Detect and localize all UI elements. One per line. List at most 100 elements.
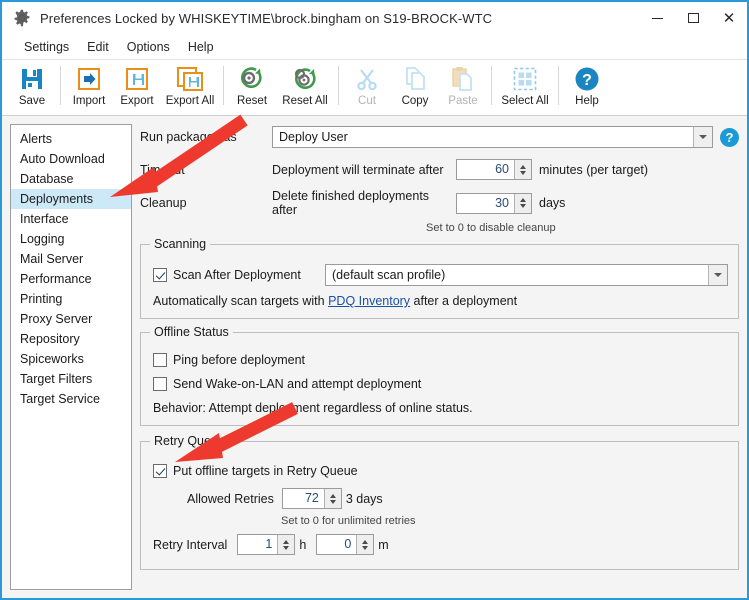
allowed-retries-stepper-buttons[interactable] xyxy=(323,489,341,508)
cleanup-days-value[interactable]: 30 xyxy=(457,194,514,213)
chevron-down-icon[interactable] xyxy=(693,127,712,147)
timeout-minutes-stepper[interactable]: 60 xyxy=(456,159,532,180)
menu-edit[interactable]: Edit xyxy=(78,37,118,57)
retry-minutes-stepper-buttons[interactable] xyxy=(356,535,374,554)
allowed-retries-value[interactable]: 72 xyxy=(283,489,324,508)
retry-interval-hours-unit: h xyxy=(299,537,307,552)
scanning-note-before: Automatically scan targets with xyxy=(153,294,329,308)
timeout-unit: minutes (per target) xyxy=(539,162,649,177)
scanning-group: Scanning Scan After Deployment (default … xyxy=(140,237,739,319)
allowed-retries-stepper[interactable]: 72 xyxy=(281,488,342,509)
retry-hours-stepper-buttons[interactable] xyxy=(277,535,295,554)
toolbar-select-all-button[interactable]: Select All xyxy=(496,60,554,115)
scan-profile-select[interactable]: (default scan profile) xyxy=(325,264,728,286)
paste-icon xyxy=(448,64,478,94)
toolbar-help-button[interactable]: ? Help xyxy=(563,60,611,115)
run-packages-as-row: Run packages as Deploy User ? xyxy=(140,126,739,148)
run-packages-as-select[interactable]: Deploy User xyxy=(272,126,713,148)
timeout-description: Deployment will terminate after xyxy=(272,162,444,177)
scan-after-deployment-checkbox[interactable] xyxy=(153,268,167,282)
sidebar-item-target-filters[interactable]: Target Filters xyxy=(11,369,131,389)
sidebar-item-repository[interactable]: Repository xyxy=(11,329,131,349)
toolbar-copy-label: Copy xyxy=(401,95,429,107)
scanning-note: Automatically scan targets with PDQ Inve… xyxy=(153,294,728,308)
sidebar-item-auto-download[interactable]: Auto Download xyxy=(11,149,131,169)
pdq-inventory-link[interactable]: PDQ Inventory xyxy=(328,294,410,308)
timeout-row: Timeout Deployment will terminate after … xyxy=(140,159,739,180)
toolbar-export-all-button[interactable]: Export All xyxy=(161,60,219,115)
timeout-minutes-value[interactable]: 60 xyxy=(457,160,514,179)
toolbar-reset-all-button[interactable]: Reset All xyxy=(276,60,334,115)
cleanup-description: Delete finished deployments after xyxy=(272,189,430,217)
run-packages-as-label: Run packages as xyxy=(140,130,237,144)
retry-interval-hours-stepper[interactable]: 1 xyxy=(237,534,296,555)
toolbar-separator xyxy=(558,66,559,105)
retry-interval-hours-value[interactable]: 1 xyxy=(238,535,277,554)
toolbar-reset-all-label: Reset All xyxy=(282,95,328,107)
copy-icon xyxy=(400,64,430,94)
menu-options[interactable]: Options xyxy=(118,37,179,57)
toolbar-save-label: Save xyxy=(18,95,46,107)
toolbar-export-all-label: Export All xyxy=(165,95,215,107)
preferences-window: Preferences Locked by WHISKEYTIME\brock.… xyxy=(0,0,749,600)
toolbar-reset-label: Reset xyxy=(236,95,268,107)
retry-queue-enable-row: Put offline targets in Retry Queue xyxy=(153,464,728,478)
sidebar-item-printing[interactable]: Printing xyxy=(11,289,131,309)
toolbar-paste-button[interactable]: Paste xyxy=(439,60,487,115)
retry-queue-group-title: Retry Queue xyxy=(150,434,229,448)
toolbar-reset-button[interactable]: Reset xyxy=(228,60,276,115)
sidebar-item-proxy-server[interactable]: Proxy Server xyxy=(11,309,131,329)
retry-interval-minutes-stepper[interactable]: 0 xyxy=(316,534,375,555)
maximize-button[interactable] xyxy=(675,2,711,34)
toolbar-cut-button[interactable]: Cut xyxy=(343,60,391,115)
ping-before-deployment-checkbox[interactable] xyxy=(153,353,167,367)
menu-settings[interactable]: Settings xyxy=(15,37,78,57)
sidebar-item-performance[interactable]: Performance xyxy=(11,269,131,289)
minimize-button[interactable] xyxy=(639,2,675,34)
menu-bar: Settings Edit Options Help xyxy=(2,34,747,60)
help-icon: ? xyxy=(572,64,602,94)
wake-on-lan-checkbox[interactable] xyxy=(153,377,167,391)
export-icon xyxy=(122,64,152,94)
unlimited-retries-hint: Set to 0 for unlimited retries xyxy=(281,515,416,527)
toolbar-import-button[interactable]: Import xyxy=(65,60,113,115)
toolbar-copy-button[interactable]: Copy xyxy=(391,60,439,115)
sidebar-item-alerts[interactable]: Alerts xyxy=(11,129,131,149)
sidebar-item-interface[interactable]: Interface xyxy=(11,209,131,229)
run-packages-as-value: Deploy User xyxy=(279,130,348,144)
sidebar-item-spiceworks[interactable]: Spiceworks xyxy=(11,349,131,369)
save-icon xyxy=(17,64,47,94)
toolbar-save-button[interactable]: Save xyxy=(8,60,56,115)
run-packages-as-help-icon[interactable]: ? xyxy=(720,127,739,147)
offline-behavior-text: Behavior: Attempt deployment regardless … xyxy=(153,401,473,415)
cleanup-stepper-buttons[interactable] xyxy=(514,193,531,213)
cleanup-days-stepper[interactable]: 30 xyxy=(456,192,532,214)
toolbar-export-label: Export xyxy=(120,95,154,107)
allowed-retries-suffix: 3 days xyxy=(345,491,383,506)
reset-all-icon xyxy=(290,64,320,94)
toolbar-help-label: Help xyxy=(575,95,599,107)
chevron-down-icon[interactable] xyxy=(708,265,727,285)
reset-icon xyxy=(237,64,267,94)
toolbar-export-button[interactable]: Export xyxy=(113,60,161,115)
wake-on-lan-row: Send Wake-on-LAN and attempt deployment xyxy=(153,377,728,391)
timeout-stepper-buttons[interactable] xyxy=(514,160,531,179)
sidebar-item-database[interactable]: Database xyxy=(11,169,131,189)
toolbar-paste-label: Paste xyxy=(448,95,478,107)
close-button[interactable]: ✕ xyxy=(711,2,747,34)
scan-after-deployment-row: Scan After Deployment (default scan prof… xyxy=(153,264,728,286)
sidebar-item-target-service[interactable]: Target Service xyxy=(11,389,131,409)
toolbar-separator xyxy=(491,66,492,105)
sidebar-item-mail-server[interactable]: Mail Server xyxy=(11,249,131,269)
retry-interval-minutes-value[interactable]: 0 xyxy=(317,535,356,554)
sidebar-item-logging[interactable]: Logging xyxy=(11,229,131,249)
menu-help[interactable]: Help xyxy=(179,37,223,57)
retry-interval-row: Retry Interval 1 h 0 m xyxy=(153,534,728,555)
svg-text:?: ? xyxy=(582,72,592,89)
cleanup-label: Cleanup xyxy=(140,196,187,210)
import-icon xyxy=(74,64,104,94)
put-offline-targets-checkbox[interactable] xyxy=(153,464,167,478)
sidebar-item-deployments[interactable]: Deployments xyxy=(11,189,131,209)
toolbar-cut-label: Cut xyxy=(358,95,376,107)
retry-interval-minutes-unit: m xyxy=(378,537,389,552)
